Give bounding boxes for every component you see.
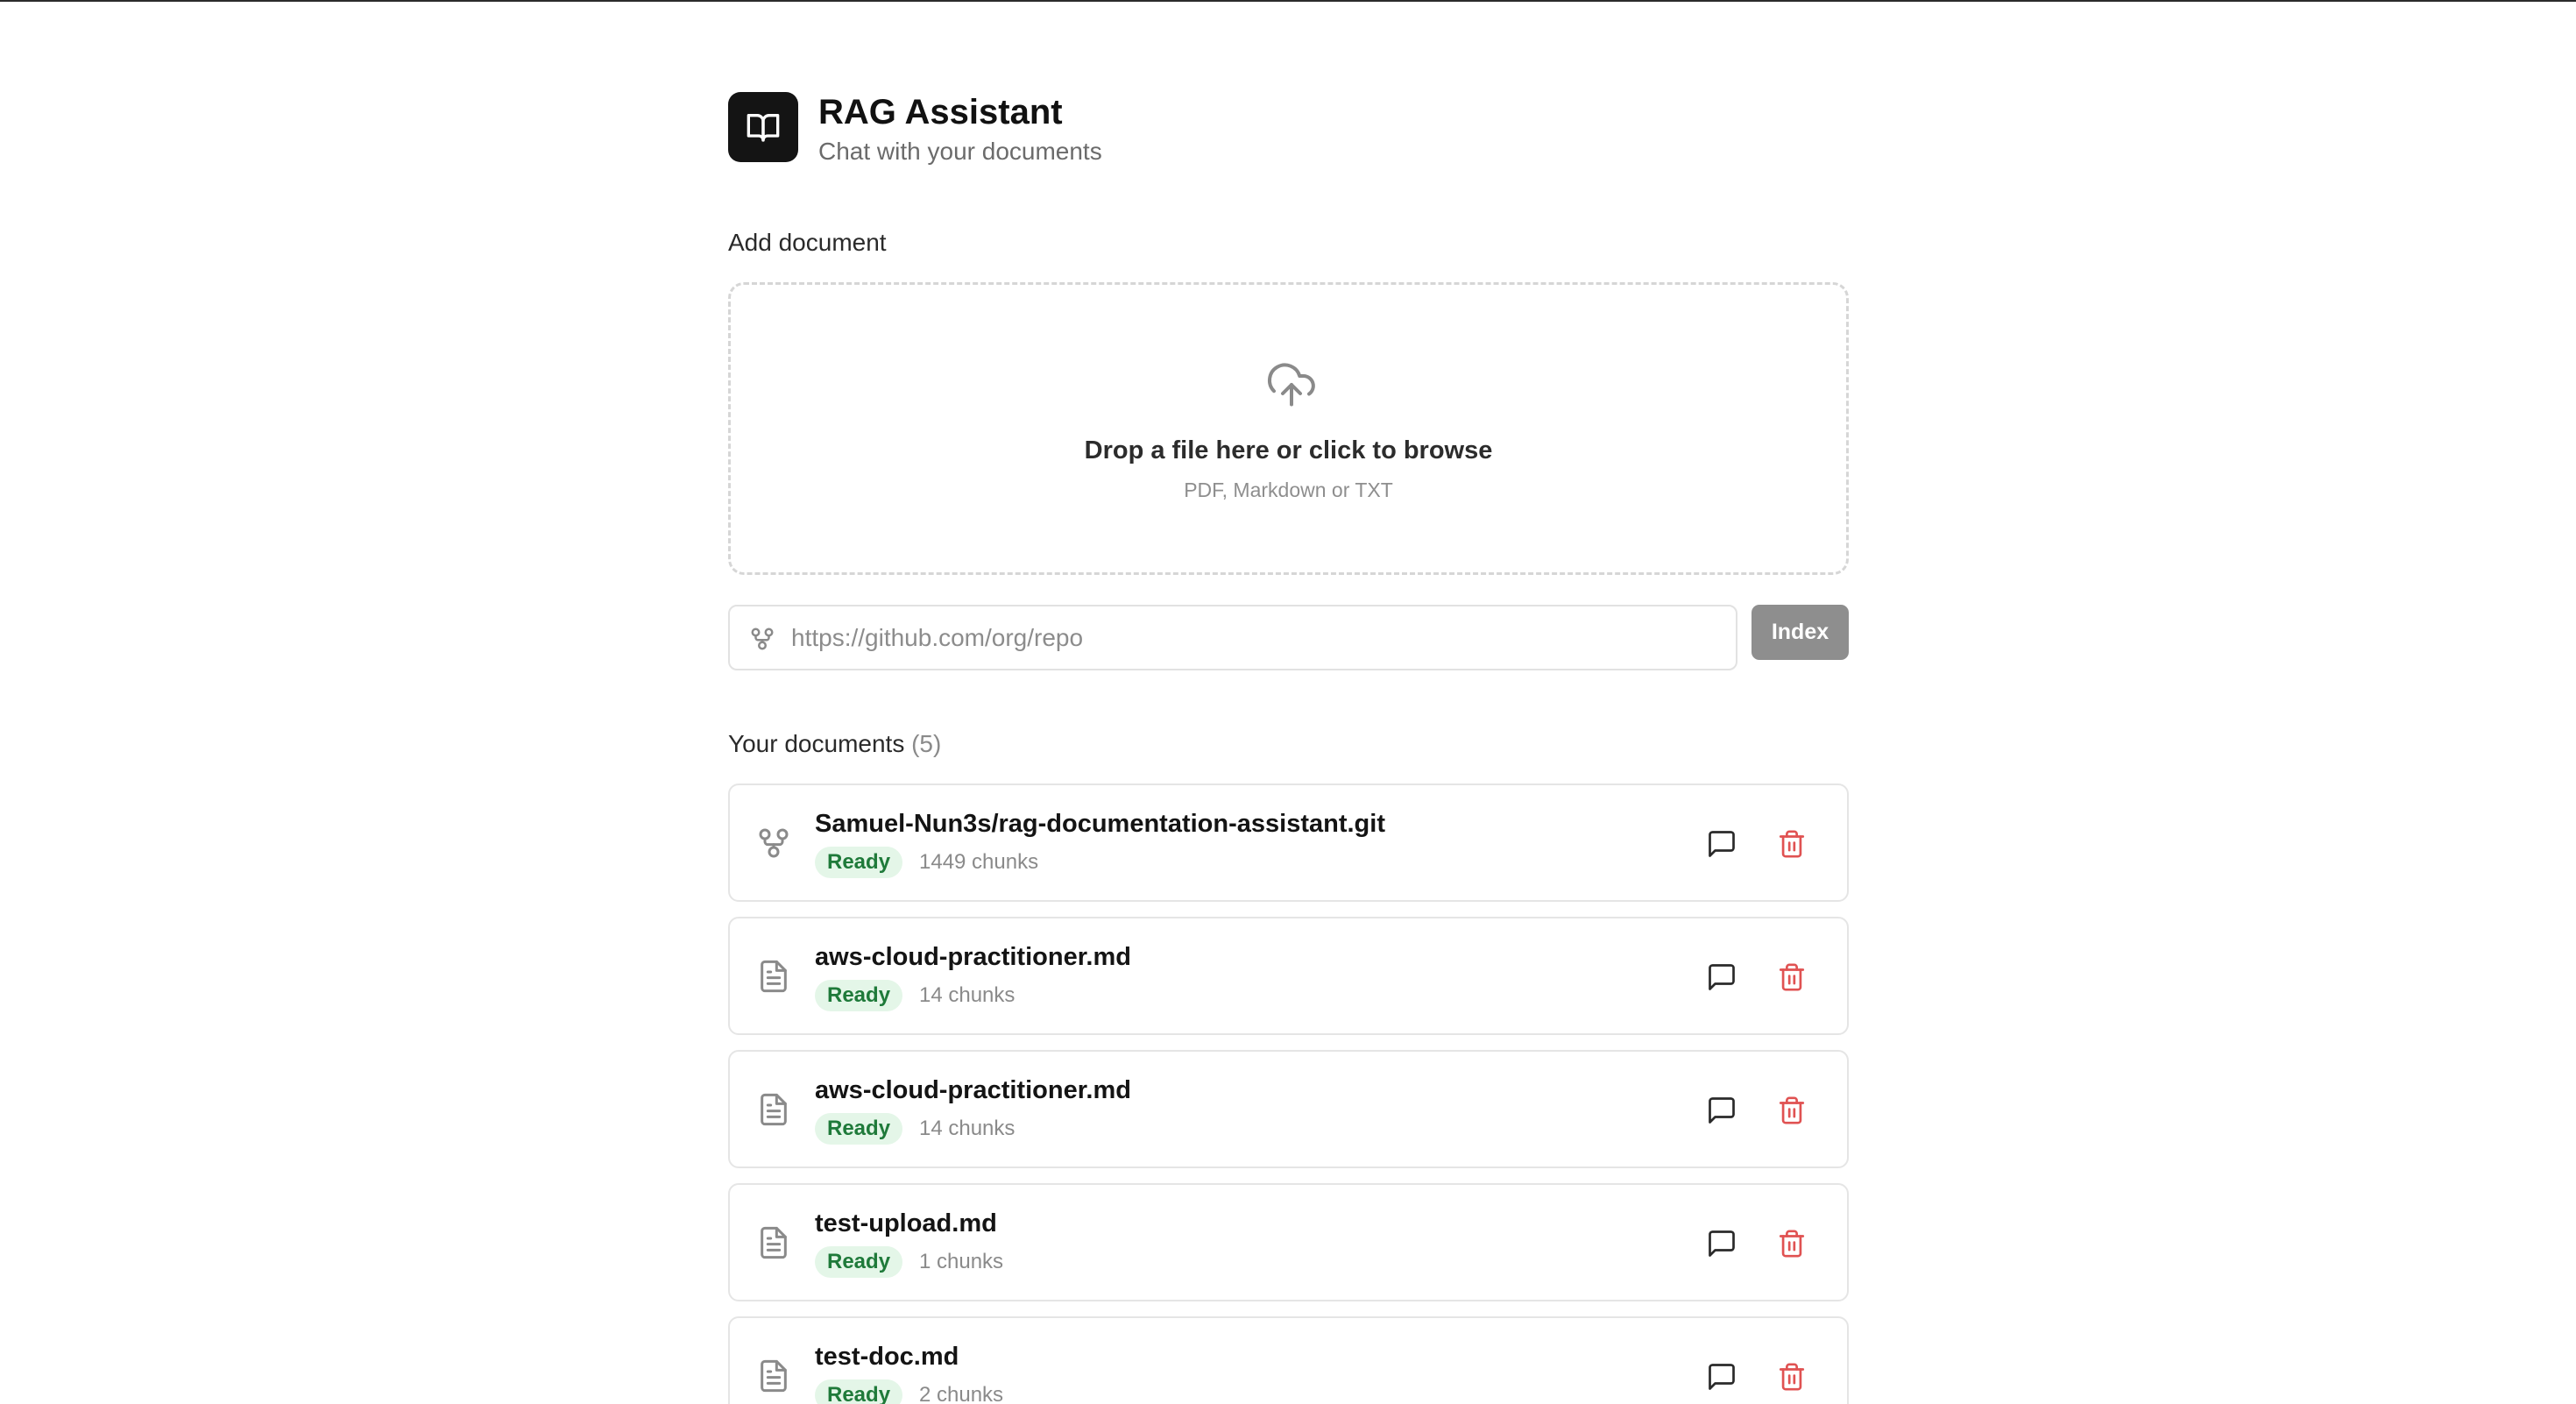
- file-text-icon: [761, 1226, 787, 1259]
- chunk-count: 1 chunks: [919, 1250, 1004, 1273]
- repo-url-input[interactable]: [791, 608, 1720, 667]
- open-book-icon: [747, 114, 780, 142]
- document-item[interactable]: test-upload.md Ready 1 chunks: [728, 1183, 1849, 1301]
- chunk-count: 14 chunks: [919, 983, 1016, 1007]
- trash-icon: [1779, 830, 1805, 858]
- chunk-count: 14 chunks: [919, 1117, 1016, 1140]
- chat-button[interactable]: [1702, 957, 1742, 997]
- git-fork-icon: [759, 828, 789, 858]
- document-name: Samuel-Nun3s/rag-documentation-assistant…: [815, 810, 1385, 838]
- git-fork-icon: [751, 628, 774, 650]
- trash-icon: [1779, 1230, 1805, 1258]
- your-documents-heading: Your documents (5): [728, 729, 941, 759]
- document-name: aws-cloud-practitioner.md: [815, 943, 1131, 971]
- delete-button[interactable]: [1772, 1357, 1812, 1397]
- app-title: RAG Assistant: [818, 93, 1063, 131]
- chat-button[interactable]: [1702, 1090, 1742, 1131]
- file-text-icon: [761, 1359, 787, 1393]
- document-item[interactable]: Samuel-Nun3s/rag-documentation-assistant…: [728, 784, 1849, 902]
- cloud-upload-icon: [1267, 363, 1315, 407]
- file-text-icon: [761, 1093, 787, 1126]
- document-name: aws-cloud-practitioner.md: [815, 1076, 1131, 1104]
- document-item[interactable]: aws-cloud-practitioner.md Ready 14 chunk…: [728, 1050, 1849, 1168]
- document-item[interactable]: aws-cloud-practitioner.md Ready 14 chunk…: [728, 917, 1849, 1035]
- status-badge: Ready: [815, 1379, 903, 1404]
- chat-button[interactable]: [1702, 1223, 1742, 1264]
- chunk-count: 1449 chunks: [919, 850, 1039, 874]
- chat-bubble-icon: [1709, 1364, 1735, 1390]
- repo-url-field: [728, 605, 1737, 670]
- delete-button[interactable]: [1772, 957, 1812, 997]
- window-top-edge: [0, 0, 2576, 2]
- trash-icon: [1779, 1363, 1805, 1391]
- trash-icon: [1779, 963, 1805, 991]
- document-name: test-doc.md: [815, 1343, 959, 1371]
- status-badge: Ready: [815, 847, 903, 878]
- status-badge: Ready: [815, 1246, 903, 1278]
- chat-button[interactable]: [1702, 824, 1742, 864]
- index-button[interactable]: Index: [1752, 605, 1849, 660]
- chat-button[interactable]: [1702, 1357, 1742, 1397]
- app-header: RAG Assistant Chat with your documents: [728, 92, 1429, 165]
- chat-bubble-icon: [1709, 964, 1735, 990]
- app-logo: [728, 92, 798, 162]
- chunk-count: 2 chunks: [919, 1383, 1004, 1404]
- dropzone-hint: PDF, Markdown or TXT: [1184, 479, 1393, 501]
- delete-button[interactable]: [1772, 1223, 1812, 1264]
- app-subtitle: Chat with your documents: [818, 138, 1102, 165]
- trash-icon: [1779, 1096, 1805, 1124]
- your-documents-label: Your documents: [728, 730, 905, 757]
- document-name: test-upload.md: [815, 1209, 997, 1237]
- chat-bubble-icon: [1709, 831, 1735, 857]
- status-badge: Ready: [815, 1113, 903, 1145]
- chat-bubble-icon: [1709, 1230, 1735, 1257]
- delete-button[interactable]: [1772, 1090, 1812, 1131]
- chat-bubble-icon: [1709, 1097, 1735, 1124]
- file-dropzone[interactable]: Drop a file here or click to browse PDF,…: [728, 282, 1849, 575]
- status-badge: Ready: [815, 980, 903, 1011]
- document-item[interactable]: test-doc.md Ready 2 chunks: [728, 1316, 1849, 1404]
- file-text-icon: [761, 960, 787, 993]
- documents-count: (5): [911, 730, 942, 757]
- add-document-heading: Add document: [728, 229, 887, 256]
- dropzone-title: Drop a file here or click to browse: [1084, 436, 1493, 464]
- delete-button[interactable]: [1772, 824, 1812, 864]
